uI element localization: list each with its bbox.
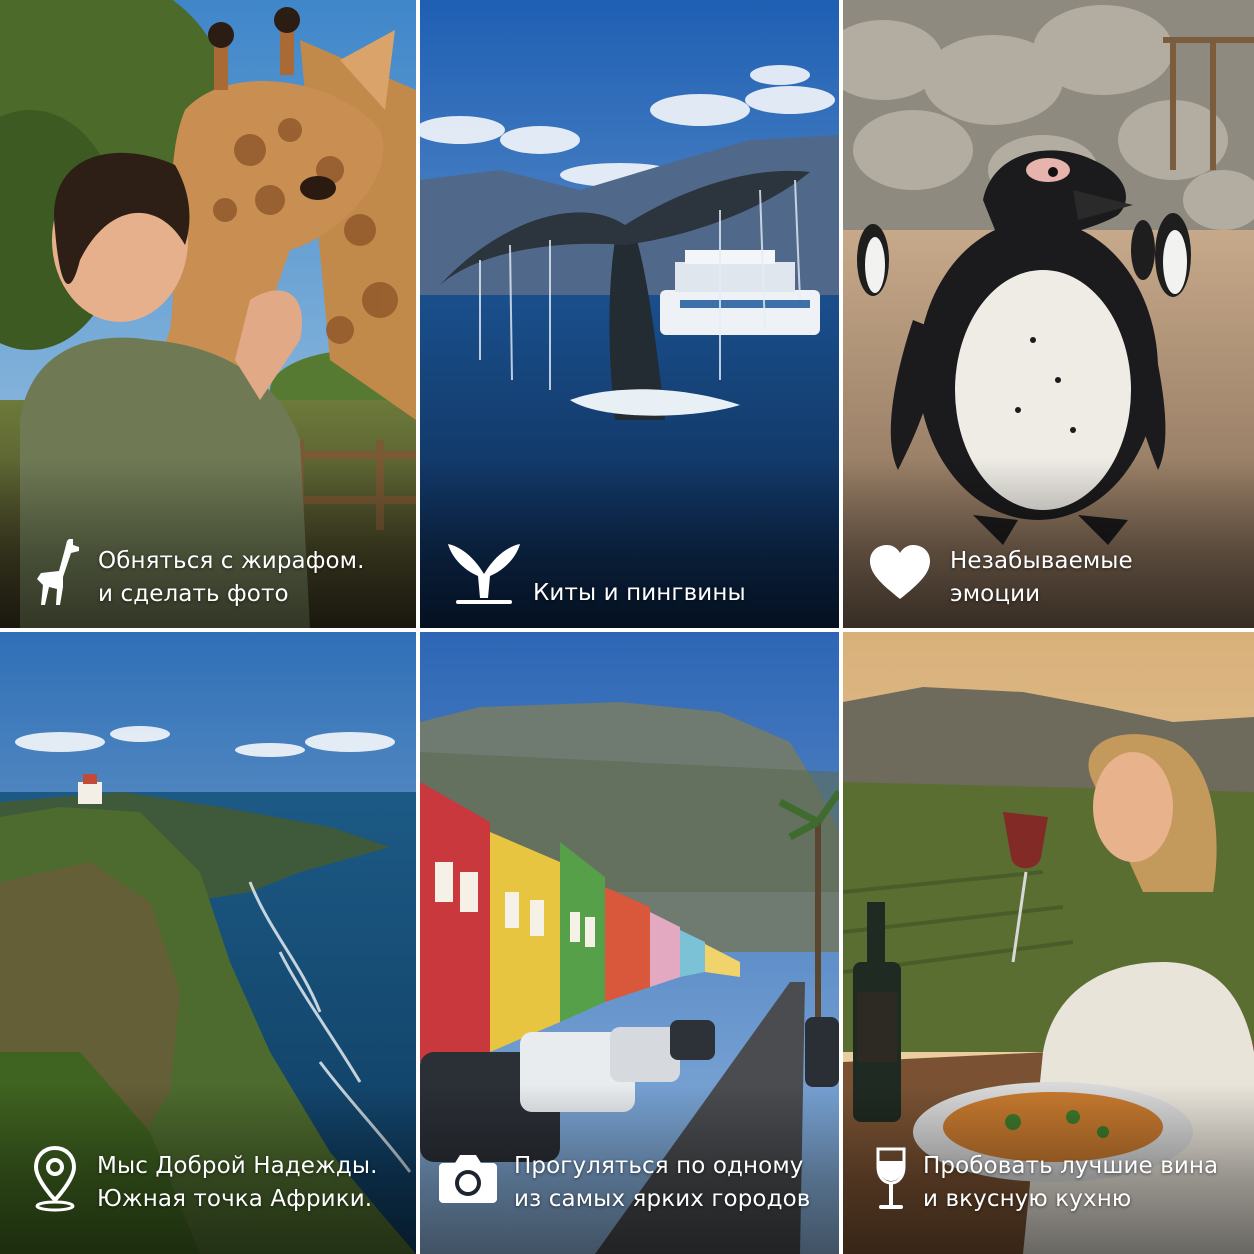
tile-caption: Мыс Доброй Надежды. Южная точка Африки. xyxy=(97,1150,378,1216)
tile-caption: Киты и пингвины xyxy=(533,577,746,610)
giraffe-icon xyxy=(33,537,83,607)
caption-line-1: Обняться с жирафом. xyxy=(98,548,365,574)
caption-line-1: Прогуляться по одному xyxy=(514,1153,804,1179)
tile-caption: Пробовать лучшие вина и вкусную кухню xyxy=(923,1150,1218,1216)
tile-whale: Киты и пингвины xyxy=(420,0,839,628)
caption-line-1: Незабываемые xyxy=(950,548,1133,574)
tile-wine: Пробовать лучшие вина и вкусную кухню xyxy=(843,632,1254,1254)
whale-tail-icon xyxy=(448,540,520,606)
caption-line-1: Мыс Доброй Надежды. xyxy=(97,1153,378,1179)
tile-penguin: Незабываемые эмоции xyxy=(843,0,1254,628)
caption-line-1: Пробовать лучшие вина xyxy=(923,1153,1219,1179)
tile-caption: Незабываемые эмоции xyxy=(950,545,1133,611)
caption-line-2: Южная точка Африки. xyxy=(97,1186,373,1212)
tile-caption: Прогуляться по одному из самых ярких гор… xyxy=(514,1150,810,1216)
tile-giraffe: Обняться с жирафом. и сделать фото xyxy=(0,0,416,628)
wine-glass-icon xyxy=(876,1147,906,1211)
location-pin-icon xyxy=(33,1146,77,1212)
caption-line-2: и вкусную кухню xyxy=(923,1186,1132,1212)
camera-icon xyxy=(439,1153,497,1205)
tile-street: Прогуляться по одному из самых ярких гор… xyxy=(420,632,839,1254)
heart-icon xyxy=(870,545,930,601)
tile-cape: Мыс Доброй Надежды. Южная точка Африки. xyxy=(0,632,416,1254)
tile-caption: Обняться с жирафом. и сделать фото xyxy=(98,545,365,611)
photo-collage: Обняться с жирафом. и сделать фото Киты … xyxy=(0,0,1254,1254)
caption-line-1: Киты и пингвины xyxy=(533,580,746,606)
caption-line-2: и сделать фото xyxy=(98,581,289,607)
caption-line-2: эмоции xyxy=(950,581,1041,607)
caption-line-2: из самых ярких городов xyxy=(514,1186,811,1212)
